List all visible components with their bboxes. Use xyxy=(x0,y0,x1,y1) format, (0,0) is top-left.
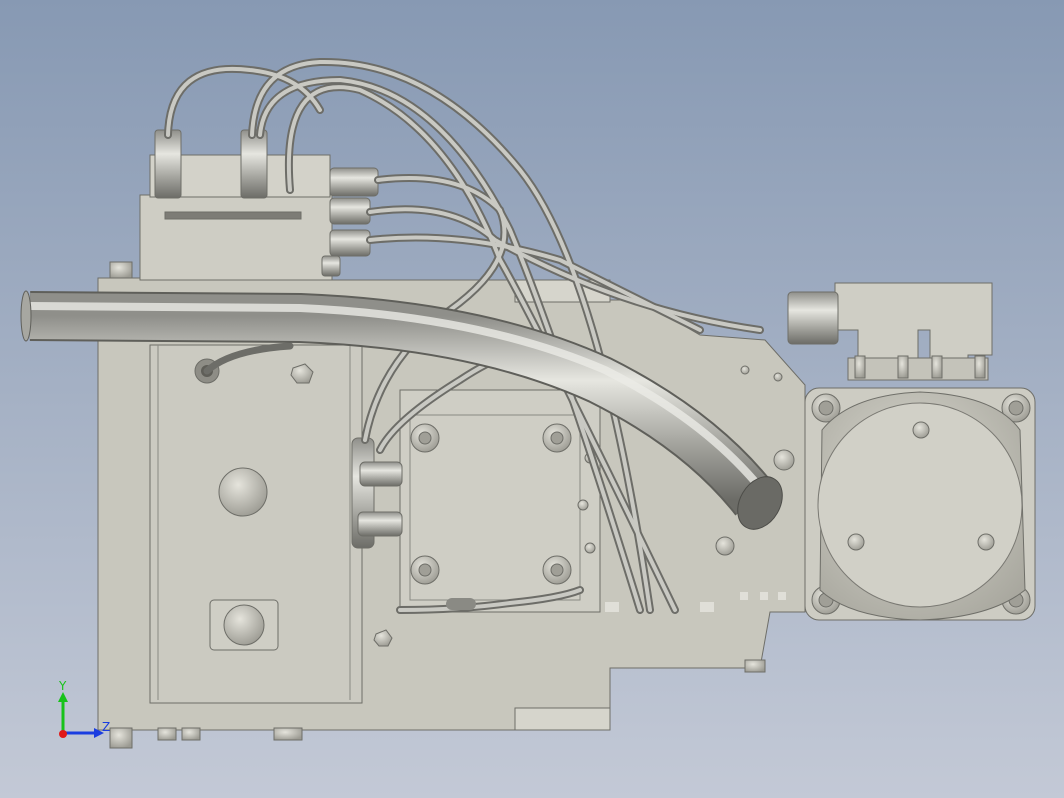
valve-block[interactable] xyxy=(139,194,333,281)
connector-base xyxy=(847,357,989,381)
cad-viewport[interactable] xyxy=(0,0,1064,798)
hole xyxy=(773,372,783,382)
lower-bracket[interactable] xyxy=(514,707,611,731)
hole xyxy=(584,542,596,554)
tube-end-cap xyxy=(20,290,32,342)
valve-block-slot xyxy=(164,211,302,220)
motor-connector-housing[interactable] xyxy=(834,282,993,363)
hole xyxy=(715,536,735,556)
motor-connector-plug[interactable] xyxy=(787,291,839,345)
hole xyxy=(773,449,795,471)
round-boss[interactable] xyxy=(223,604,265,646)
hole xyxy=(740,365,750,375)
hole xyxy=(577,499,589,511)
round-boss[interactable] xyxy=(218,467,268,517)
